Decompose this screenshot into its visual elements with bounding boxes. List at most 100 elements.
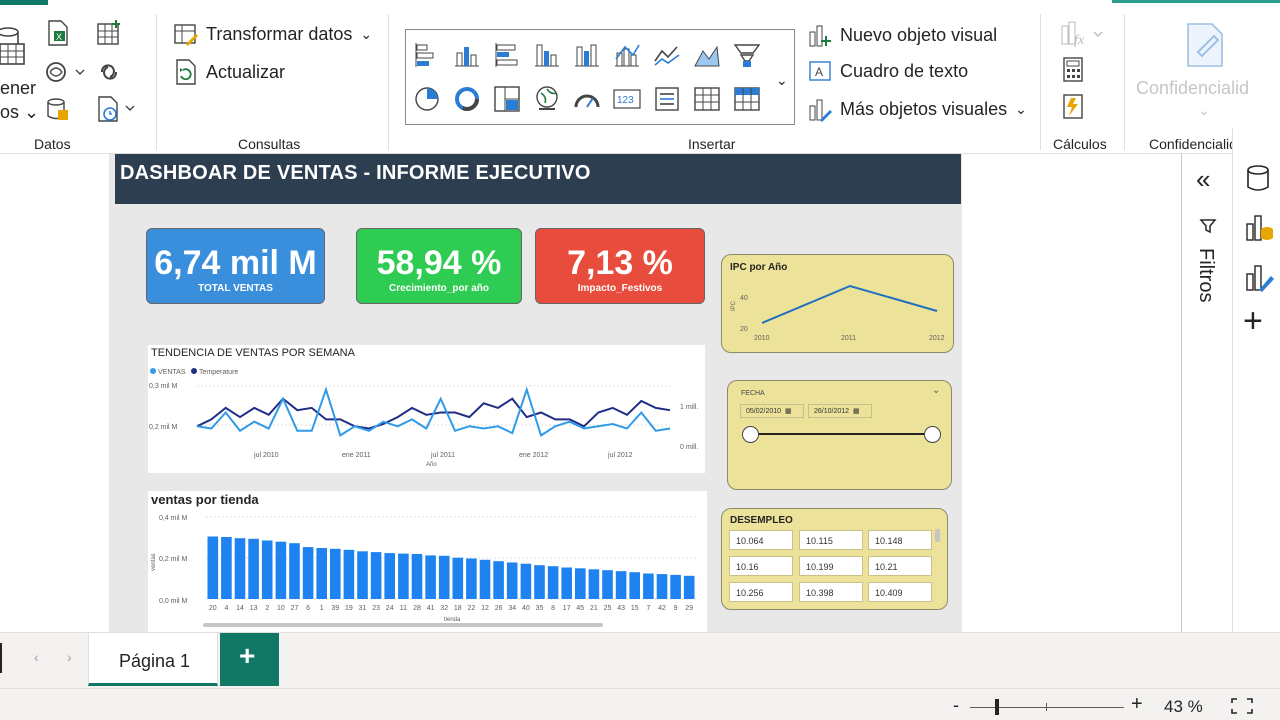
- kpi-label: TOTAL VENTAS: [198, 283, 273, 294]
- data-pane-icon[interactable]: [1245, 164, 1271, 194]
- end-date-field[interactable]: 26/10/2012 ▦: [808, 404, 872, 418]
- bar-tienda-31: [357, 551, 368, 599]
- recent-sources-icon[interactable]: [96, 96, 140, 122]
- collapse-pane-icon[interactable]: «: [1196, 166, 1210, 192]
- transform-data-button[interactable]: Transformar datos ⌄: [174, 22, 372, 46]
- x-tick-label: ene 2011: [342, 452, 371, 459]
- previous-page-icon[interactable]: ‹: [34, 649, 39, 665]
- slider-handle-start[interactable]: [742, 426, 759, 443]
- stacked-bar-chart-icon[interactable]: [413, 41, 441, 69]
- legend-label: Temperature: [199, 369, 238, 376]
- bar-tienda-8: [547, 566, 559, 599]
- report-header: DASHBOAR DE VENTAS - INFORME EJECUTIVO: [115, 154, 961, 204]
- slicer-title: DESEMPLEO: [730, 515, 793, 526]
- sql-icon[interactable]: [46, 96, 70, 122]
- more-visuals-button[interactable]: Más objetos visuales ⌄: [808, 96, 1027, 122]
- zoom-in-button[interactable]: +: [1131, 693, 1143, 716]
- next-page-icon[interactable]: ›: [67, 649, 72, 665]
- x-tick-label: 34: [508, 605, 516, 612]
- bar-tienda-26: [493, 561, 504, 599]
- x-tick-label: 31: [359, 605, 367, 612]
- clustered-bar-chart-icon[interactable]: [493, 41, 521, 69]
- fit-to-page-icon[interactable]: [1230, 697, 1254, 715]
- refresh-button[interactable]: Actualizar: [174, 59, 285, 85]
- zoom-slider-track[interactable]: [970, 707, 1124, 708]
- stacked-column-chart-icon[interactable]: [453, 41, 481, 69]
- line-and-column-chart-icon[interactable]: [613, 41, 641, 69]
- clustered-column-chart-icon[interactable]: [533, 41, 561, 69]
- chevron-down-icon: ⌄: [1198, 102, 1210, 118]
- build-visual-icon[interactable]: [1245, 212, 1275, 244]
- chevron-down-icon[interactable]: ⌄: [932, 385, 940, 396]
- slicer-item[interactable]: 10.16: [729, 556, 793, 576]
- get-data-button[interactable]: ener os ⌄: [0, 22, 39, 122]
- tab-pagina-1[interactable]: Página 1: [88, 633, 218, 686]
- table-icon[interactable]: [693, 85, 721, 113]
- calendar-icon[interactable]: ▦: [785, 408, 792, 415]
- kpi-value: 6,74 mil M: [154, 244, 317, 282]
- new-visual-button[interactable]: Nuevo objeto visual: [808, 22, 997, 48]
- kpi-label: Crecimiento_por año: [388, 283, 490, 294]
- kpi-card-crecimiento[interactable]: 58,94 % Crecimiento_por año: [356, 228, 522, 304]
- slicer-item[interactable]: 10.199: [799, 556, 863, 576]
- y-tick-label: 0,0 mil M: [159, 598, 188, 605]
- area-chart-icon[interactable]: [693, 41, 721, 69]
- slicer-item[interactable]: 10.409: [868, 582, 932, 602]
- multi-row-card-icon[interactable]: [653, 85, 681, 113]
- add-pane-icon[interactable]: +: [1243, 304, 1263, 338]
- vertical-scrollbar[interactable]: [935, 529, 940, 542]
- quick-measure-icon[interactable]: [1061, 94, 1085, 120]
- zoom-out-button[interactable]: -: [953, 695, 959, 716]
- svg-text:A: A: [815, 65, 823, 79]
- sensitivity-button[interactable]: Confidencialid ⌄: [1136, 22, 1256, 122]
- start-date-field[interactable]: 05/02/2010 ▦: [740, 404, 804, 418]
- gauge-icon[interactable]: [573, 85, 601, 113]
- slicer-item[interactable]: 10.398: [799, 582, 863, 602]
- group-label-calculos: Cálculos: [1053, 136, 1107, 152]
- excel-icon[interactable]: X: [46, 20, 70, 46]
- weekly-sales-trend-chart[interactable]: TENDENCIA DE VENTAS POR SEMANA VENTAS Te…: [148, 345, 705, 473]
- kpi-card-impacto-festivos[interactable]: 7,13 % Impacto_Festivos: [535, 228, 705, 304]
- kpi-card-total-ventas[interactable]: 6,74 mil M TOTAL VENTAS: [146, 228, 325, 304]
- format-visual-icon[interactable]: [1245, 262, 1275, 294]
- treemap-icon[interactable]: [493, 85, 521, 113]
- slicer-item[interactable]: 10.148: [868, 530, 932, 550]
- x-tick-label: 28: [413, 605, 421, 612]
- ipc-by-year-chart[interactable]: IPC por Año 40 20 IPC 2010 2011 2012: [721, 254, 954, 353]
- slicer-item[interactable]: 10.256: [729, 582, 793, 602]
- slicer-item[interactable]: 10.115: [799, 530, 863, 550]
- calculator-icon[interactable]: [1061, 57, 1085, 83]
- calendar-icon[interactable]: ▦: [853, 408, 860, 415]
- slicer-item[interactable]: 10.064: [729, 530, 793, 550]
- sales-by-store-chart[interactable]: ventas por tienda 0,4 mil M 0,2 mil M 0,…: [148, 491, 707, 632]
- pie-chart-icon[interactable]: [413, 85, 441, 113]
- desempleo-slicer[interactable]: DESEMPLEO 10.064 10.115 10.148 10.16 10.…: [721, 508, 948, 610]
- zoom-level[interactable]: 43 %: [1164, 697, 1203, 717]
- gallery-expand-chevron-icon[interactable]: ⌄: [776, 72, 788, 89]
- x-tick-label: 27: [291, 605, 299, 612]
- new-measure-icon[interactable]: fx: [1060, 20, 1106, 48]
- ribbon-chart-icon[interactable]: [733, 41, 761, 69]
- enter-data-icon[interactable]: [96, 20, 122, 46]
- column-stacked-100-icon[interactable]: [573, 41, 601, 69]
- slicer-item[interactable]: 10.21: [868, 556, 932, 576]
- line-chart-icon[interactable]: [653, 41, 681, 69]
- horizontal-scrollbar[interactable]: [203, 623, 603, 627]
- matrix-icon[interactable]: [733, 85, 761, 113]
- card-icon[interactable]: 123: [613, 85, 641, 113]
- onelake-icon[interactable]: [44, 60, 88, 84]
- textbox-button[interactable]: A Cuadro de texto: [808, 59, 968, 83]
- zoom-slider-thumb[interactable]: [995, 699, 999, 715]
- x-tick-label: 17: [563, 605, 571, 612]
- date-slicer[interactable]: FECHA ⌄ 05/02/2010 ▦ 26/10/2012 ▦: [727, 380, 952, 490]
- filters-label[interactable]: Filtros: [1194, 248, 1217, 302]
- get-data-label-1: ener: [0, 78, 37, 98]
- slider-track[interactable]: [751, 433, 933, 435]
- slider-handle-end[interactable]: [924, 426, 941, 443]
- donut-chart-icon[interactable]: [453, 85, 481, 113]
- add-page-button[interactable]: +: [220, 633, 279, 686]
- sensitivity-label-icon: [1187, 23, 1223, 67]
- status-bar: - + 43 %: [0, 688, 1280, 720]
- dataverse-icon[interactable]: [96, 60, 122, 84]
- map-icon[interactable]: [533, 85, 561, 113]
